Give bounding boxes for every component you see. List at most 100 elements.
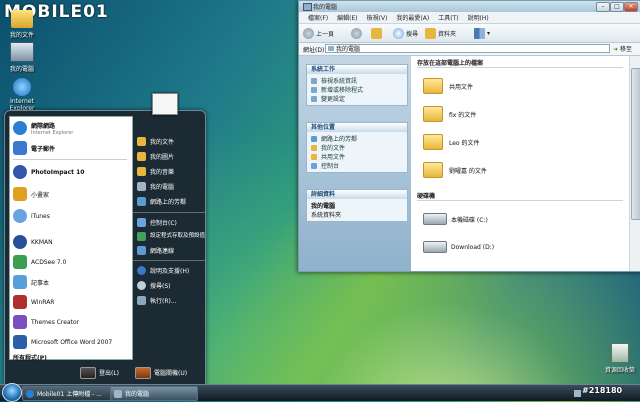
programs-icon [311, 86, 317, 93]
desktop-icon-my-documents[interactable]: 我的文件 [0, 10, 44, 39]
folder-item[interactable]: 共用文件 [423, 78, 473, 94]
folder-icon [423, 106, 443, 122]
start-item-word[interactable]: Microsoft Office Word 2007 [13, 333, 112, 351]
start-item-kkman[interactable]: KKMAN [13, 233, 53, 251]
start-place-run[interactable]: 執行(R)... [137, 294, 177, 306]
drive-item[interactable]: 本機磁碟 (C:) [423, 213, 488, 225]
start-item-itunes[interactable]: iTunes [13, 207, 50, 225]
start-item-email[interactable]: 電子郵件 [13, 139, 55, 157]
folders-icon [425, 27, 436, 39]
start-item-winrar[interactable]: WinRAR [13, 293, 54, 311]
task-change-setting[interactable]: 變更設定 [311, 94, 403, 103]
taskbar-button-browser[interactable]: Mobile01 上傳附檔 - ... [22, 386, 114, 401]
scrollbar-thumb[interactable] [631, 68, 640, 220]
place-control-panel[interactable]: 控制台 [311, 161, 403, 170]
all-programs-button[interactable]: 所有程式(P) [13, 353, 47, 362]
start-place-help[interactable]: 說明及支援(H) [137, 264, 189, 276]
user-folder-icon [11, 10, 33, 28]
desktop-icon-internet-explorer[interactable]: Internet Explorer [0, 78, 44, 112]
word-icon [13, 335, 27, 349]
close-button[interactable]: × [624, 2, 638, 12]
start-item-photoimpact[interactable]: PhotoImpact 10 [13, 163, 84, 181]
task-add-remove-programs[interactable]: 新增或移除程式 [311, 85, 403, 94]
search-button[interactable]: 搜尋 [393, 27, 418, 39]
folder-item[interactable]: Leo 的文件 [423, 134, 480, 150]
desktop-icon-label: 我的電腦 [9, 66, 34, 73]
system-tasks-group: 系統工作 檢視系統資訊 新增或移除程式 變更設定 [306, 64, 408, 106]
start-place-search[interactable]: 搜尋(S) [137, 279, 171, 291]
other-places-group: 其他位置 網路上的芳鄰 我的文件 共用文件 控制台 [306, 122, 408, 173]
notepad-icon [13, 275, 27, 289]
folders-button[interactable]: 資料夾 [425, 27, 456, 39]
start-item-acdsee[interactable]: ACDSee 7.0 [13, 253, 66, 271]
start-item-paint[interactable]: 小畫家 [13, 185, 49, 203]
minimize-button[interactable]: – [596, 2, 610, 12]
menu-favorites[interactable]: 我的最愛(A) [396, 13, 429, 22]
desktop-icon-recycle-bin[interactable]: 資源回收筒 [598, 343, 640, 374]
menu-view[interactable]: 檢視(V) [367, 13, 388, 22]
divider [133, 260, 205, 261]
shutdown-button[interactable]: 電腦關機(U) [135, 366, 187, 379]
start-place-label: 搜尋(S) [150, 282, 171, 290]
start-place-network-connections[interactable]: 網路連線 [137, 244, 174, 256]
place-shared-documents[interactable]: 共用文件 [311, 152, 403, 161]
start-item-themes-creator[interactable]: Themes Creator [13, 313, 79, 331]
menu-file[interactable]: 檔案(F) [308, 13, 328, 22]
start-place-my-computer[interactable]: 我的電腦 [137, 180, 174, 192]
taskbar-button-my-computer[interactable]: 我的電腦 [110, 386, 198, 401]
views-button[interactable]: ▾ [474, 27, 490, 39]
desktop-icon-label: 我的文件 [9, 32, 34, 39]
up-button[interactable] [371, 27, 384, 39]
start-place-label: 我的圖片 [150, 153, 175, 161]
start-place-network[interactable]: 網路上的芳鄰 [137, 195, 186, 207]
computer-icon [303, 3, 312, 11]
place-network[interactable]: 網路上的芳鄰 [311, 134, 403, 143]
start-place-defaults[interactable]: 設定程式存取及預設值 [137, 230, 210, 242]
start-item-notepad[interactable]: 記事本 [13, 273, 49, 291]
start-place-label: 網路上的芳鄰 [150, 198, 187, 206]
maximize-button[interactable]: □ [610, 2, 624, 12]
folder-item[interactable]: fix 的文件 [423, 106, 476, 122]
drive-item[interactable]: Download (D:) [423, 241, 494, 253]
details-header[interactable]: 詳細資料 [307, 190, 407, 199]
start-place-control-panel[interactable]: 控制台(C) [137, 216, 177, 228]
go-button[interactable]: ➜ 移至 [613, 44, 632, 53]
settings-icon [311, 95, 317, 102]
desktop-icon-my-computer[interactable]: 我的電腦 [0, 42, 44, 73]
vertical-scrollbar[interactable] [629, 56, 640, 271]
network-icon [137, 196, 146, 206]
desktop-icon-label: 資源回收筒 [604, 367, 635, 374]
chevron-down-icon: ▾ [487, 29, 491, 37]
start-menu: 網際網路 Internet Explorer 電子郵件 PhotoImpact 1… [4, 110, 206, 386]
logoff-button[interactable]: 登出(L) [80, 366, 119, 379]
start-place-my-pictures[interactable]: 我的圖片 [137, 150, 174, 162]
menu-edit[interactable]: 編輯(E) [337, 13, 357, 22]
folder-icon [311, 153, 317, 160]
taskbar-button-label: Mobile01 上傳附檔 - ... [37, 391, 102, 398]
go-label: 移至 [619, 46, 632, 53]
folder-item[interactable]: 劉曜嘉 的文件 [423, 162, 487, 178]
menu-help[interactable]: 說明(H) [468, 13, 489, 22]
computer-icon [328, 46, 334, 51]
window-titlebar[interactable]: 我的電腦 – □ × [299, 1, 640, 12]
start-button[interactable] [2, 383, 22, 402]
task-view-system-info[interactable]: 檢視系統資訊 [311, 76, 403, 85]
place-my-documents[interactable]: 我的文件 [311, 143, 403, 152]
back-button[interactable]: 上一頁 [303, 27, 334, 39]
start-place-label: 我的電腦 [150, 183, 175, 191]
system-tasks-header[interactable]: 系統工作 [307, 65, 407, 74]
address-input[interactable]: 我的電腦 [325, 44, 610, 53]
other-places-header[interactable]: 其他位置 [307, 123, 407, 132]
start-item-title: 網際網路 [31, 122, 56, 130]
menu-tools[interactable]: 工具(T) [438, 13, 458, 22]
start-place-my-documents[interactable]: 我的文件 [137, 135, 174, 147]
search-label: 搜尋 [406, 30, 419, 38]
search-icon [393, 27, 404, 39]
start-place-label: 控制台(C) [150, 219, 177, 227]
forward-button[interactable] [351, 27, 364, 39]
start-item-internet[interactable]: 網際網路 Internet Explorer [13, 119, 73, 137]
start-place-my-music[interactable]: 我的音樂 [137, 165, 174, 177]
network-tray-icon[interactable] [574, 389, 581, 397]
acdsee-icon [13, 255, 27, 269]
folder-label: 共用文件 [449, 83, 474, 91]
